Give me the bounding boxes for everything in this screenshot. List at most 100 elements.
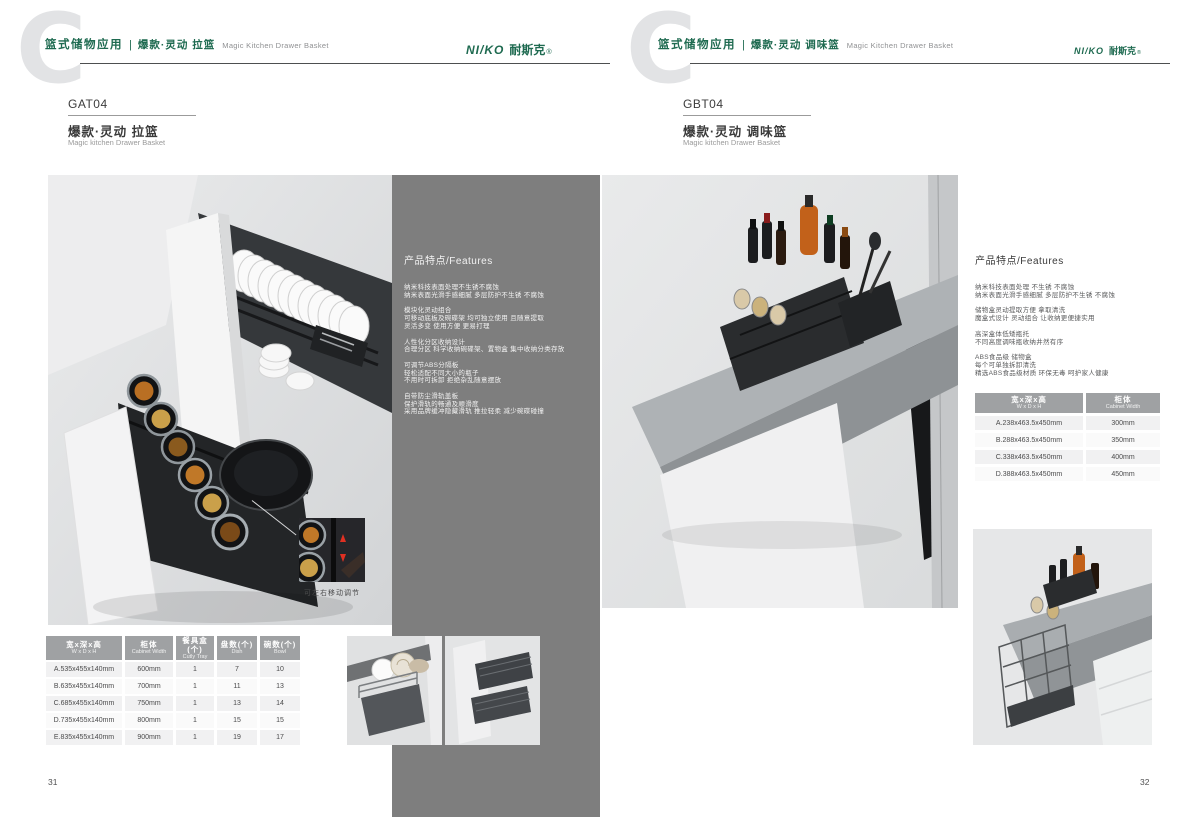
- wok-pan: [220, 440, 312, 510]
- page-number-left: 31: [48, 777, 57, 787]
- feature-line: 可移动底板及碗碟架 均可独立使用 且随意提取: [404, 315, 586, 323]
- header-divider: |: [742, 39, 745, 51]
- table-row: A.535x455x140mm 600mm 1 7 10: [46, 662, 303, 677]
- col-header: 餐具盒(个): [176, 636, 214, 654]
- col-header-en: Bowl: [260, 649, 300, 656]
- nisko-logo-cn: 耐斯克: [1109, 44, 1136, 57]
- left-spec-table: 宽x深x高W x D x H 柜体Cabinet Width 餐具盒(个)Cut…: [46, 636, 303, 745]
- table-cell: A.238x463.5x450mm: [975, 416, 1083, 430]
- feature-line: 魔盒式设计 灵动组合 让收纳更便捷实用: [975, 315, 1167, 323]
- table-cell: 600mm: [125, 662, 173, 677]
- table-cell: 15: [260, 713, 300, 728]
- table-cell: 7: [217, 662, 257, 677]
- header-subtitle: 爆款·灵动 调味篮: [751, 37, 840, 52]
- nisko-logo-latin: NI/KO: [1074, 46, 1104, 56]
- feature-line: 纳米科技表面处理不生锈不腐蚀: [404, 284, 586, 292]
- feature-paragraph: 模块化灵动组合 可移动底板及碗碟架 均可独立使用 且随意提取 灵活多变 使用方便…: [404, 307, 586, 330]
- page-number-right: 32: [1140, 777, 1149, 787]
- feature-paragraph: 储物盒灵动提取方便 拿取清洗 魔盒式设计 灵动组合 让收纳更便捷实用: [975, 307, 1167, 322]
- col-header-en: Cutly Tray: [176, 654, 214, 661]
- feature-paragraph: 可调节ABS分隔板 轻松适配不同大小的瓶子 不用时可拆卸 拒绝杂乱随意摆放: [404, 362, 586, 385]
- feature-line: 不同高度调味瓶收纳井然有序: [975, 339, 1167, 347]
- table-cell: 17: [260, 730, 300, 745]
- feature-line: 模块化灵动组合: [404, 307, 586, 315]
- table-row: C.338x463.5x450mm 400mm: [975, 450, 1163, 464]
- col-header: 碗数(个): [260, 640, 300, 649]
- product-code: GBT04: [683, 97, 724, 111]
- col-header: 盘数(个): [217, 640, 257, 649]
- table-cell: 13: [260, 679, 300, 694]
- table-cell: D.388x463.5x450mm: [975, 467, 1083, 481]
- feature-line: 不用时可拆卸 拒绝杂乱随意摆放: [404, 377, 586, 385]
- left-thumb-photo-1: [347, 636, 442, 745]
- table-cell: 400mm: [1086, 450, 1160, 464]
- col-header-en: Dish: [217, 649, 257, 656]
- header-subtitle-en: Magic Kitchen Drawer Basket: [222, 41, 328, 50]
- table-header-row: 宽x深x高W x D x H 柜体Cabinet Width 餐具盒(个)Cut…: [46, 636, 303, 660]
- feature-line: 高深盒体低矮瓶托: [975, 331, 1167, 339]
- nisko-logo: NI/KO 耐斯克 ®: [1074, 44, 1141, 57]
- product-code: GAT04: [68, 97, 108, 111]
- table-header-row: 宽x深x高W x D x H 柜体Cabinet Width: [975, 393, 1163, 413]
- table-cell: C.685x455x140mm: [46, 696, 122, 711]
- feature-paragraph: 纳米科技表面处理不生锈不腐蚀 纳米表面光滑手感细腻 多层防护不生锈 不腐蚀: [404, 284, 586, 299]
- table-cell: 750mm: [125, 696, 173, 711]
- left-thumb-photo-2: [445, 636, 540, 745]
- table-cell: 13: [217, 696, 257, 711]
- table-cell: 350mm: [1086, 433, 1160, 447]
- feature-line: 自带防尘滑轨盖板: [404, 393, 586, 401]
- catalog-spread: C 篮式储物应用 | 爆款·灵动 拉篮 Magic Kitchen Drawer…: [0, 0, 1200, 820]
- features-title: 产品特点/Features: [975, 252, 1167, 267]
- header-category: 篮式储物应用: [658, 36, 736, 52]
- table-cell: 1: [176, 679, 214, 694]
- table-cell: B.288x463.5x450mm: [975, 433, 1083, 447]
- feature-line: ABS食品级 储物盒: [975, 354, 1167, 362]
- right-spec-table: 宽x深x高W x D x H 柜体Cabinet Width A.238x463…: [975, 393, 1163, 481]
- header-rule: [80, 63, 610, 64]
- feature-line: 每个可单独拆卸清洗: [975, 362, 1167, 370]
- col-header-en: Cabinet Width: [1086, 404, 1160, 411]
- feature-paragraph: 高深盒体低矮瓶托 不同高度调味瓶收纳井然有序: [975, 331, 1167, 346]
- table-cell: 700mm: [125, 679, 173, 694]
- table-cell: 1: [176, 713, 214, 728]
- product-code-underline: [68, 115, 196, 116]
- table-cell: 900mm: [125, 730, 173, 745]
- inset-caption: 可左右移动调节: [286, 588, 378, 598]
- registered-mark: ®: [546, 47, 551, 56]
- table-cell: 11: [217, 679, 257, 694]
- table-row: D.388x463.5x450mm 450mm: [975, 467, 1163, 481]
- registered-mark: ®: [1137, 50, 1141, 56]
- feature-paragraph: 自带防尘滑轨盖板 保护滑轨的畅通及顺滑度 采用品牌缓冲隐藏滑轨 推拉轻柔 减少碗…: [404, 393, 586, 416]
- table-cell: 10: [260, 662, 300, 677]
- col-header: 宽x深x高: [46, 640, 122, 649]
- product-name-en: Magic kitchen Drawer Basket: [68, 138, 165, 147]
- table-cell: 19: [217, 730, 257, 745]
- feature-line: 储物盒灵动提取方便 拿取清洗: [975, 307, 1167, 315]
- col-header-en: W x D x H: [975, 404, 1083, 411]
- feature-line: 精选ABS食品级材质 环保无毒 呵护家人健康: [975, 370, 1167, 378]
- table-cell: 15: [217, 713, 257, 728]
- table-cell: E.835x455x140mm: [46, 730, 122, 745]
- feature-paragraph: ABS食品级 储物盒 每个可单独拆卸清洗 精选ABS食品级材质 环保无毒 呵护家…: [975, 354, 1167, 377]
- table-cell: 1: [176, 696, 214, 711]
- feature-line: 可调节ABS分隔板: [404, 362, 586, 370]
- col-header-en: Cabinet Width: [125, 649, 173, 656]
- col-header: 柜体: [125, 640, 173, 649]
- table-cell: 300mm: [1086, 416, 1160, 430]
- header-divider: |: [129, 39, 132, 51]
- header-rule: [690, 63, 1170, 64]
- nisko-logo: NI/KO 耐斯克 ®: [466, 41, 552, 58]
- feature-line: 纳米表面光滑手感细腻 多层防护不生锈 不腐蚀: [975, 292, 1167, 300]
- feature-paragraph: 纳米科技表面处理 不生锈 不腐蚀 纳米表面光滑手感细腻 多层防护不生锈 不腐蚀: [975, 284, 1167, 299]
- feature-paragraph: 人性化分区收纳设计 合理分区 科学收纳碗碟架、置物盒 集中收纳分类存放: [404, 339, 586, 354]
- col-header: 柜体: [1086, 395, 1160, 404]
- table-cell: B.635x455x140mm: [46, 679, 122, 694]
- product-name-en: Magic kitchen Drawer Basket: [683, 138, 780, 147]
- table-row: A.238x463.5x450mm 300mm: [975, 416, 1163, 430]
- nisko-logo-latin: NI/KO: [466, 43, 504, 57]
- table-row: C.685x455x140mm 750mm 1 13 14: [46, 696, 303, 711]
- table-row: B.635x455x140mm 700mm 1 11 13: [46, 679, 303, 694]
- header-category: 篮式储物应用: [45, 36, 123, 52]
- col-header-en: W x D x H: [46, 649, 122, 656]
- table-cell: A.535x455x140mm: [46, 662, 122, 677]
